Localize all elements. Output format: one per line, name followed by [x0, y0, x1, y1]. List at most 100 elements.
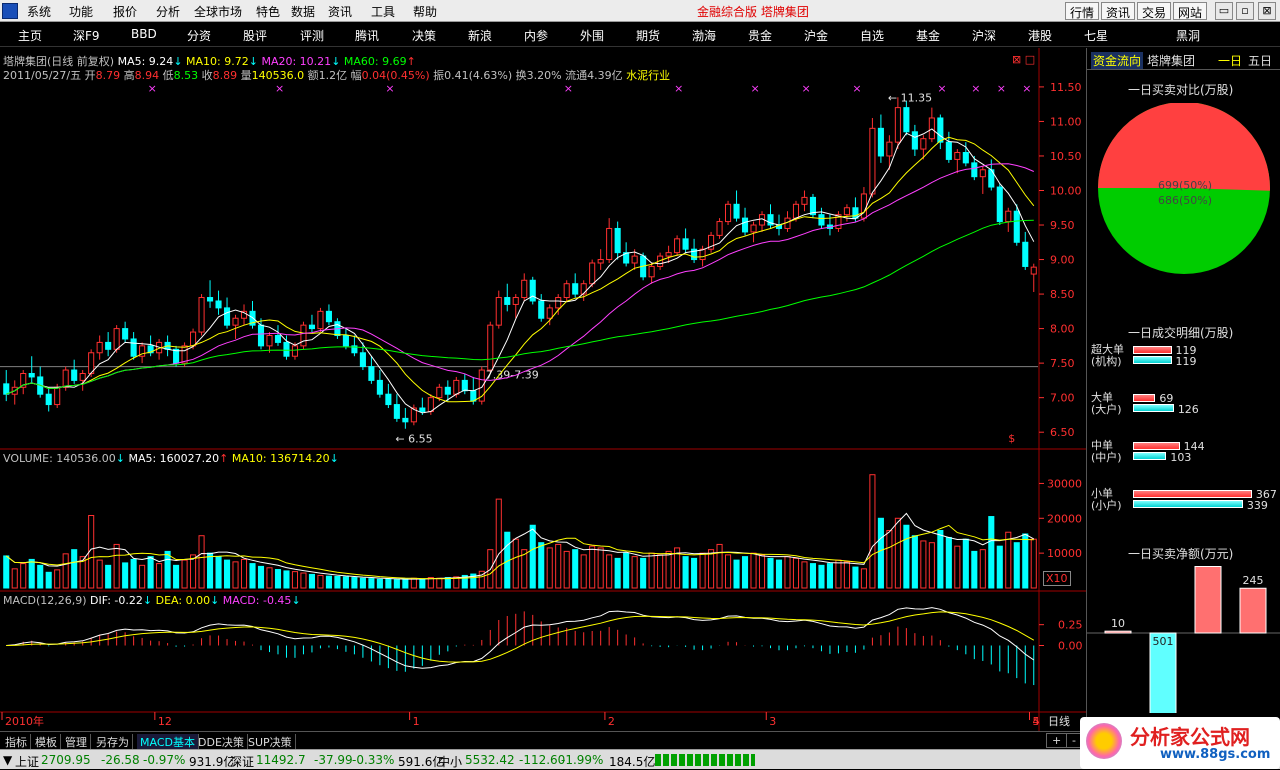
candle-body [79, 372, 86, 381]
candle-body [928, 117, 935, 140]
volume-bar [342, 576, 349, 589]
volume-tick-label: 30000 [1047, 477, 1082, 490]
volume-bar [962, 538, 969, 589]
candle-body [3, 383, 10, 395]
volume-bar [351, 577, 358, 589]
menu-quote[interactable]: 报价 [113, 3, 137, 20]
website-button[interactable]: 网站 [1173, 2, 1208, 20]
vol-label: 量 [240, 69, 252, 82]
nav-f9[interactable]: 深F9 [73, 27, 100, 44]
candle-body [725, 203, 732, 223]
app-brand-title: 金融综合版 塔牌集团 [697, 5, 809, 19]
volume-bar [11, 568, 18, 589]
nav-blackhole[interactable]: 黑洞 [1176, 27, 1200, 44]
nav-watchlist[interactable]: 自选 [860, 27, 884, 44]
sz-label: 深证 [230, 755, 255, 769]
nav-home[interactable]: 主页 [18, 27, 42, 44]
header-controls-icon[interactable]: ⊠ □ [1012, 53, 1035, 66]
nav-tencent[interactable]: 腾讯 [355, 27, 379, 44]
nav-review[interactable]: 股评 [243, 27, 267, 44]
price-tick-label: 7.00 [1050, 392, 1075, 405]
chart-area[interactable]: 11.50 11.00 10.50 10.00 9.50 9.00 8.50 8.00 7.50… [0, 48, 1086, 743]
nav-fenzi[interactable]: 分资 [187, 27, 211, 44]
candle-body [954, 152, 961, 160]
tab-five-day[interactable]: 五日 [1248, 52, 1272, 69]
tab-template[interactable]: 模板 [32, 734, 61, 750]
candle-body [385, 393, 392, 406]
volume-bar [308, 573, 315, 589]
tab-indicator[interactable]: 指标 [2, 734, 31, 750]
menu-global-market[interactable]: 全球市场 [194, 3, 242, 20]
nav-hk[interactable]: 港股 [1028, 27, 1052, 44]
nav-precious-metals[interactable]: 贵金 [748, 27, 772, 44]
info-button[interactable]: 资讯 [1101, 2, 1136, 20]
volume-bar [750, 552, 757, 589]
volume-bar [911, 535, 918, 589]
volume-bar [385, 578, 392, 589]
tab-save-as[interactable]: 另存为 [93, 734, 133, 750]
volume-bar [28, 558, 35, 589]
ma20-line [6, 163, 1034, 395]
nav-futures[interactable]: 期货 [636, 27, 660, 44]
volume-bar [181, 559, 188, 589]
menu-help[interactable]: 帮助 [413, 3, 437, 20]
tab-dde[interactable]: DDE决策 [195, 734, 248, 750]
nav-bbd[interactable]: BBD [131, 27, 157, 41]
volume-bar [317, 574, 324, 589]
fund-flow-tabs: 资金流向 塔牌集团 一日 五日 [1087, 48, 1280, 70]
macd-dea: DEA: 0.00 [155, 594, 211, 607]
menu-tools[interactable]: 工具 [371, 3, 395, 20]
menu-data[interactable]: 数据 [291, 3, 315, 20]
kline-chart-svg[interactable]: 11.5011.0010.5010.009.509.008.508.007.50… [0, 48, 1086, 731]
volume-bar [988, 516, 995, 589]
nav-shsz[interactable]: 沪深 [972, 27, 996, 44]
menu-news[interactable]: 资讯 [328, 3, 352, 20]
nav-qixing[interactable]: 七星 [1084, 27, 1108, 44]
volume-bar [725, 554, 732, 589]
event-marker: × [564, 82, 573, 95]
nav-bohai[interactable]: 渤海 [692, 27, 716, 44]
restore-icon[interactable]: ▫ [1236, 2, 1254, 20]
candle-body [512, 297, 519, 305]
volume-bar [274, 569, 282, 589]
zoom-in-icon[interactable]: + [1046, 733, 1068, 748]
candle-body [877, 127, 884, 157]
candle-body [393, 404, 400, 419]
menu-function[interactable]: 功能 [69, 3, 93, 20]
watermark-flower-icon [1086, 723, 1122, 759]
nav-evaluate[interactable]: 评测 [300, 27, 324, 44]
minimize-icon[interactable]: ▭ [1215, 2, 1233, 20]
volume-bar [376, 578, 383, 589]
net-bar-value: 364 [1198, 563, 1219, 566]
nav-sh-gold[interactable]: 沪金 [804, 27, 828, 44]
app-logo-icon[interactable] [2, 3, 18, 19]
quote-button[interactable]: 行情 [1065, 2, 1100, 20]
volume-bar [937, 529, 944, 589]
close-icon[interactable]: ⊠ [1258, 2, 1276, 20]
volume-ma10: MA10: 136714.20 [231, 452, 330, 465]
trade-button[interactable]: 交易 [1137, 2, 1172, 20]
menu-analysis[interactable]: 分析 [156, 3, 180, 20]
nav-external[interactable]: 外围 [580, 27, 604, 44]
nav-funds[interactable]: 基金 [916, 27, 940, 44]
volume-bar [657, 554, 664, 589]
tab-manage[interactable]: 管理 [62, 734, 91, 750]
nav-insider[interactable]: 内参 [524, 27, 548, 44]
volume-bar [996, 545, 1003, 589]
menu-features[interactable]: 特色 [256, 3, 280, 20]
nav-decision[interactable]: 决策 [412, 27, 436, 44]
tab-sup[interactable]: SUP决策 [245, 734, 296, 750]
menu-system[interactable]: 系统 [27, 3, 51, 20]
tab-macd-basic[interactable]: MACD基本 [137, 734, 199, 750]
candle-body [580, 283, 587, 295]
detail-row-sublabel: (小户) [1091, 499, 1122, 512]
menu-bar: 系统 功能 报价 分析 全球市场 特色 数据 资讯 工具 帮助 金融综合版 塔牌… [0, 0, 1280, 22]
tab-one-day[interactable]: 一日 [1218, 52, 1242, 69]
detail-sell-value: 103 [1170, 451, 1192, 464]
nav-sina[interactable]: 新浪 [468, 27, 492, 44]
pie-title: 一日买卖对比(万股) [1128, 83, 1234, 97]
volume-bar [614, 557, 621, 589]
tab-fund-flow[interactable]: 资金流向 [1091, 52, 1144, 69]
volume-bar [589, 545, 596, 589]
volume-bar [105, 564, 112, 589]
